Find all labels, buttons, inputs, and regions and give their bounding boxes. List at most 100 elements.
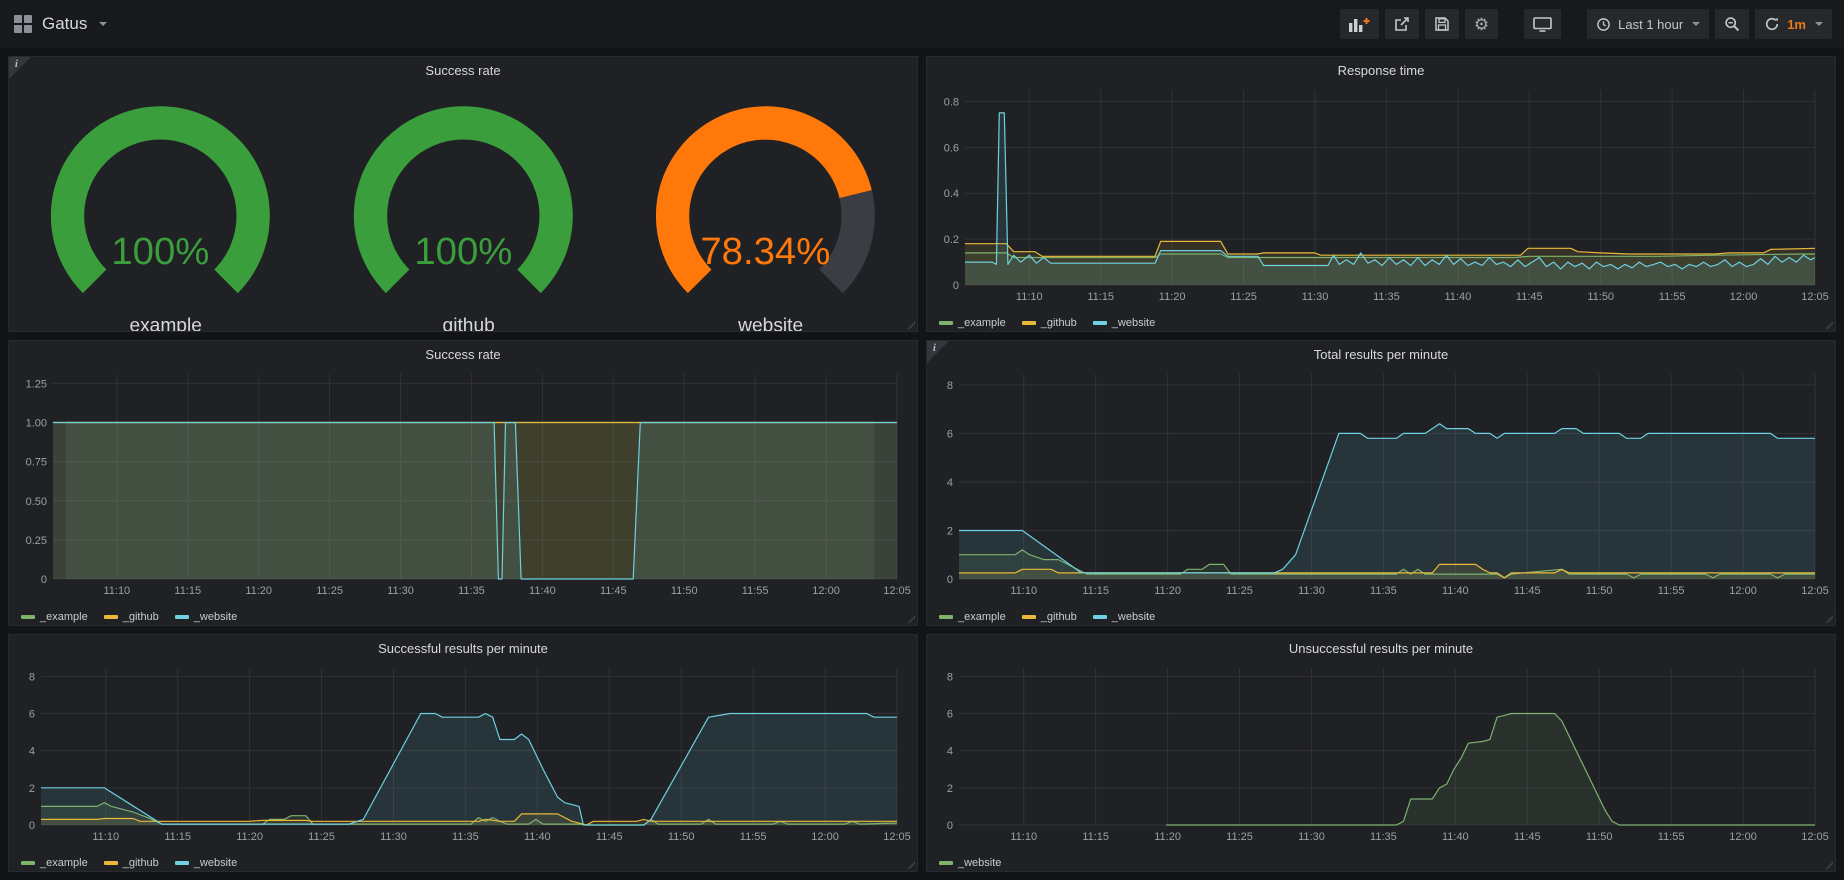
legend-swatch xyxy=(939,861,953,865)
time-range-picker[interactable]: Last 1 hour xyxy=(1587,9,1709,39)
chart-canvas: 11:1011:1511:2011:2511:3011:3511:4011:45… xyxy=(931,662,1831,845)
x-tick-label: 11:40 xyxy=(524,831,551,843)
chart-area[interactable]: 11:1011:1511:2011:2511:3011:3511:4011:45… xyxy=(931,84,1831,310)
chart-area[interactable]: 11:1011:1511:2011:2511:3011:3511:4011:45… xyxy=(931,662,1831,850)
save-button[interactable] xyxy=(1425,9,1459,39)
x-tick-label: 11:15 xyxy=(164,831,191,843)
grid-menu-icon[interactable] xyxy=(14,15,32,33)
x-tick-label: 11:45 xyxy=(1516,291,1543,303)
legend-item-_website[interactable]: _website xyxy=(1093,317,1155,329)
legend-item-_example[interactable]: _example xyxy=(939,611,1006,623)
y-tick-label: 0.50 xyxy=(26,496,47,508)
share-button[interactable] xyxy=(1385,9,1419,39)
x-tick-label: 11:40 xyxy=(1442,585,1469,597)
legend-label: _github xyxy=(1041,611,1077,623)
resize-handle[interactable] xyxy=(905,613,915,623)
clock-icon xyxy=(1596,17,1611,32)
legend-label: _example xyxy=(40,857,88,869)
chart-area[interactable]: 11:1011:1511:2011:2511:3011:3511:4011:45… xyxy=(931,368,1831,604)
chart-area[interactable]: 11:1011:1511:2011:2511:3011:3511:4011:45… xyxy=(13,368,913,604)
resize-handle[interactable] xyxy=(1823,859,1833,869)
panel-info-corner[interactable] xyxy=(9,57,31,79)
legend-swatch xyxy=(1022,321,1036,325)
panel-title[interactable]: Response time xyxy=(927,57,1835,84)
x-tick-label: 12:05 xyxy=(1801,291,1829,303)
panel-info-corner[interactable] xyxy=(927,341,949,363)
legend-item-_github[interactable]: _github xyxy=(104,857,159,869)
refresh-button[interactable]: 1m xyxy=(1755,9,1832,39)
legend-label: _website xyxy=(194,857,237,869)
panel-title[interactable]: Total results per minute xyxy=(927,341,1835,368)
x-tick-label: 12:00 xyxy=(1729,831,1757,843)
x-tick-label: 11:20 xyxy=(1154,831,1181,843)
legend: _example _github _website xyxy=(9,850,917,872)
panel-response-time: Response time11:1011:1511:2011:2511:3011… xyxy=(926,56,1836,332)
resize-handle[interactable] xyxy=(1823,319,1833,329)
x-tick-label: 11:50 xyxy=(1586,831,1613,843)
legend-item-_github[interactable]: _github xyxy=(1022,317,1077,329)
gauge-value: 78.34% xyxy=(701,230,831,273)
legend-label: _example xyxy=(40,611,88,623)
x-tick-label: 11:55 xyxy=(1658,831,1685,843)
x-tick-label: 12:05 xyxy=(883,831,911,843)
x-tick-label: 11:35 xyxy=(1373,291,1400,303)
dashboard-header: Gatus xyxy=(14,14,107,34)
legend-swatch xyxy=(175,861,189,865)
x-tick-label: 11:25 xyxy=(1226,831,1253,843)
x-tick-label: 11:50 xyxy=(668,831,695,843)
panel-title[interactable]: Successful results per minute xyxy=(9,635,917,662)
y-tick-label: 8 xyxy=(947,380,953,392)
x-tick-label: 12:00 xyxy=(1729,585,1757,597)
x-tick-label: 11:30 xyxy=(1298,585,1325,597)
legend-item-_github[interactable]: _github xyxy=(104,611,159,623)
y-tick-label: 0.6 xyxy=(944,142,959,154)
x-tick-label: 11:20 xyxy=(236,831,263,843)
settings-button[interactable]: ⚙ xyxy=(1465,9,1498,39)
y-tick-label: 1.00 xyxy=(26,418,47,430)
legend-item-_example[interactable]: _example xyxy=(21,857,88,869)
legend-item-_website[interactable]: _website xyxy=(175,611,237,623)
cycle-view-button[interactable] xyxy=(1524,9,1561,39)
legend-item-_website[interactable]: _website xyxy=(175,857,237,869)
y-tick-label: 4 xyxy=(947,746,953,758)
gauge-arc: 100%_example xyxy=(9,84,312,332)
resize-handle[interactable] xyxy=(905,319,915,329)
legend: _example _github _website xyxy=(927,310,1835,332)
x-tick-label: 11:15 xyxy=(174,585,201,597)
resize-handle[interactable] xyxy=(1823,613,1833,623)
dashboard-title[interactable]: Gatus xyxy=(42,14,87,34)
x-tick-label: 12:05 xyxy=(1801,585,1829,597)
legend-item-_github[interactable]: _github xyxy=(1022,611,1077,623)
x-tick-label: 11:35 xyxy=(1370,831,1397,843)
legend-item-_example[interactable]: _example xyxy=(939,317,1006,329)
legend-item-_website[interactable]: _website xyxy=(1093,611,1155,623)
legend-label: _example xyxy=(958,317,1006,329)
info-icon: i xyxy=(933,343,936,354)
chevron-down-icon[interactable] xyxy=(99,22,107,26)
x-tick-label: 11:50 xyxy=(1586,585,1613,597)
legend-item-_website[interactable]: _website xyxy=(939,857,1001,869)
panel-title[interactable]: Success rate xyxy=(9,57,917,84)
x-tick-label: 11:55 xyxy=(1658,585,1685,597)
chart-area[interactable]: 11:1011:1511:2011:2511:3011:3511:4011:45… xyxy=(13,662,913,850)
y-tick-label: 0 xyxy=(947,820,953,832)
legend-swatch xyxy=(175,615,189,619)
legend: _example _github _website xyxy=(927,604,1835,626)
add-panel-icon xyxy=(1349,17,1370,32)
panel-title[interactable]: Success rate xyxy=(9,341,917,368)
x-tick-label: 11:20 xyxy=(1159,291,1186,303)
x-tick-label: 11:10 xyxy=(1010,585,1037,597)
series-fill-_website xyxy=(959,424,1815,579)
y-tick-label: 0 xyxy=(953,280,959,292)
y-tick-label: 8 xyxy=(947,671,953,683)
legend-item-_example[interactable]: _example xyxy=(21,611,88,623)
legend-label: _website xyxy=(958,857,1001,869)
x-tick-label: 11:25 xyxy=(1230,291,1257,303)
add-panel-button[interactable] xyxy=(1340,9,1379,39)
resize-handle[interactable] xyxy=(905,859,915,869)
gauge-label: _example xyxy=(118,316,202,332)
zoom-out-button[interactable] xyxy=(1715,9,1749,39)
x-tick-label: 11:45 xyxy=(596,831,623,843)
y-tick-label: 6 xyxy=(29,709,35,721)
panel-title[interactable]: Unsuccessful results per minute xyxy=(927,635,1835,662)
